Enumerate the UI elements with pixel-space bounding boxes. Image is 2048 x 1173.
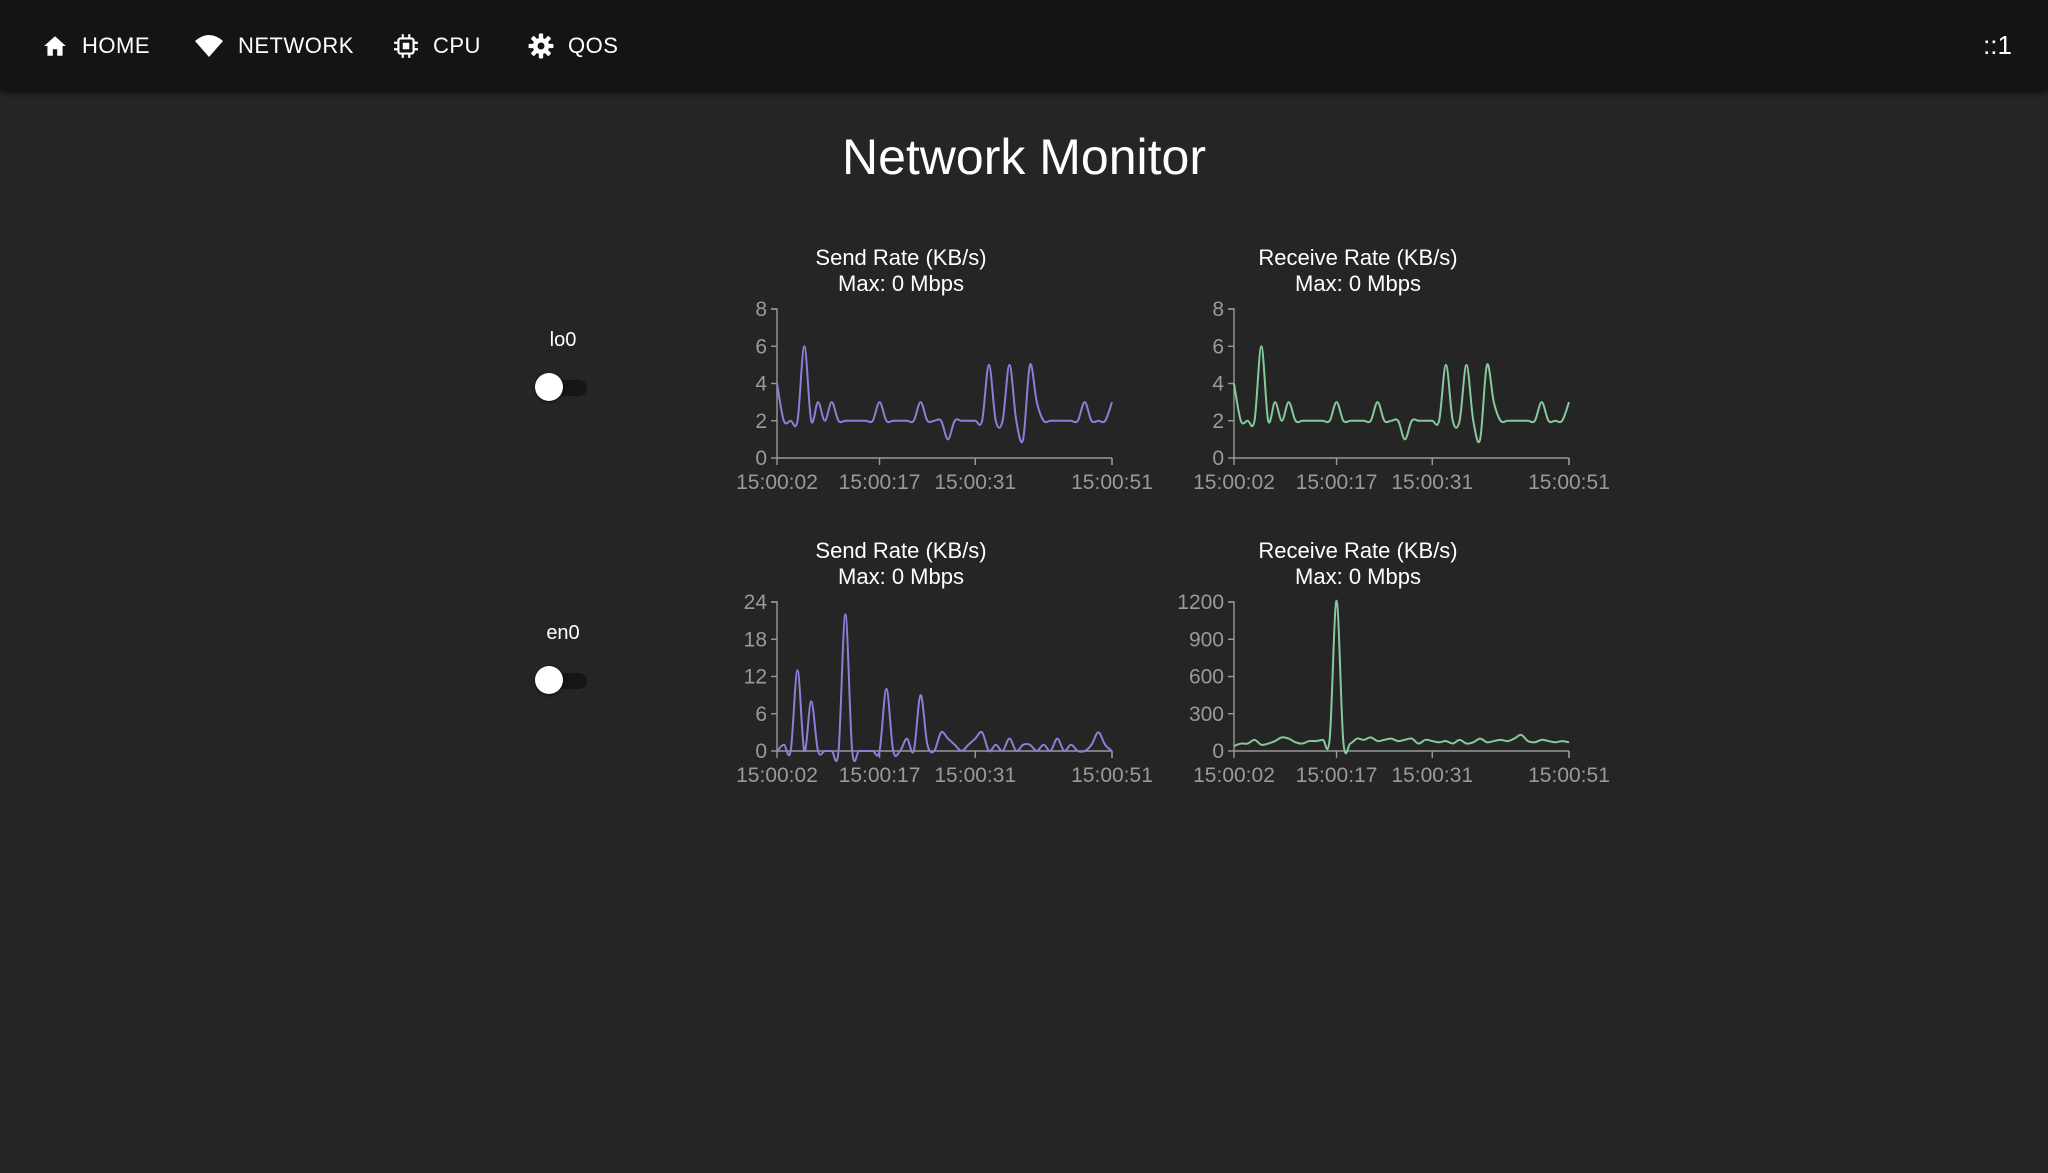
series-line (776, 345, 1113, 444)
cpu-chip-icon (393, 33, 419, 59)
chart-en0-receive: Receive Rate (KB/s) Max: 0 Mbps 0 300 600 9… (1148, 538, 1610, 808)
top-nav-bar: HOME NETWORK CPU QOS::1 (0, 0, 2048, 91)
toggle-knob (535, 666, 563, 694)
x-tick-label: 15:00:51 (1528, 471, 1610, 494)
y-tick-label: 600 (1189, 666, 1224, 689)
nav-qos[interactable]: QOS (528, 28, 618, 64)
y-tick-label: 4 (755, 373, 767, 396)
nav-home-label: HOME (82, 33, 150, 58)
axis-line (1228, 601, 1570, 758)
axis-line (1228, 308, 1570, 465)
nav-home[interactable]: HOME (42, 28, 150, 64)
x-tick-label: 15:00:31 (934, 764, 1016, 787)
page-title: Network Monitor (842, 129, 1206, 185)
series-line (1233, 599, 1570, 755)
y-tick-label: 900 (1189, 628, 1224, 651)
x-tick-label: 15:00:17 (1296, 471, 1378, 494)
toggle-lo0[interactable] (535, 373, 589, 401)
x-tick-label: 15:00:02 (736, 764, 818, 787)
interface-label-en0: en0 (546, 622, 580, 644)
x-tick-label: 15:00:02 (1193, 471, 1275, 494)
send-rate-plot: 0 6 12 18 24 15:00:02 15:00:17 15:00:31 15:00:51 (736, 591, 1153, 787)
y-tick-label: 6 (755, 703, 767, 726)
wifi-icon (194, 33, 224, 59)
x-tick-label: 15:00:31 (934, 471, 1016, 494)
x-tick-label: 15:00:51 (1528, 764, 1610, 787)
series-line (776, 613, 1113, 763)
toggle-en0[interactable] (535, 666, 589, 694)
chart-en0-send: Send Rate (KB/s) Max: 0 Mbps 0 6 12 18 24 15:… (691, 538, 1153, 808)
axis-line (771, 308, 1113, 465)
home-icon (42, 33, 68, 59)
x-tick-label: 15:00:17 (1296, 764, 1378, 787)
axis-line (771, 601, 1113, 758)
y-tick-label: 8 (755, 298, 767, 321)
chart-lo0-send: Send Rate (KB/s) Max: 0 Mbps 0 2 4 6 8 15:00:… (691, 245, 1153, 515)
x-tick-label: 15:00:51 (1071, 471, 1153, 494)
y-tick-label: 8 (1212, 298, 1224, 321)
series-line (1233, 345, 1570, 444)
receive-rate-plot: 0 2 4 6 8 15:00:02 15:00:17 15:00:31 15:00:51 (1193, 298, 1610, 494)
y-tick-label: 0 (755, 447, 767, 470)
y-tick-label: 4 (1212, 373, 1224, 396)
interface-label-lo0: lo0 (549, 329, 577, 351)
y-tick-label: 1200 (1177, 591, 1224, 614)
y-tick-label: 0 (1212, 447, 1224, 470)
y-tick-label: 6 (755, 335, 767, 358)
y-tick-label: 18 (744, 628, 767, 651)
y-tick-label: 2 (1212, 410, 1224, 433)
x-tick-label: 15:00:31 (1391, 471, 1473, 494)
x-tick-label: 15:00:31 (1391, 764, 1473, 787)
send-rate-plot: 0 2 4 6 8 15:00:02 15:00:17 15:00:31 15:00:51 (736, 298, 1153, 494)
x-tick-label: 15:00:51 (1071, 764, 1153, 787)
x-tick-label: 15:00:17 (839, 471, 921, 494)
y-tick-label: 6 (1212, 335, 1224, 358)
x-tick-label: 15:00:17 (839, 764, 921, 787)
y-tick-label: 0 (755, 740, 767, 763)
toggle-knob (535, 373, 563, 401)
nav-network-label: NETWORK (238, 33, 354, 58)
receive-rate-plot: 0 300 600 900 1200 15:00:02 15:00:17 15:00:31 15… (1177, 591, 1610, 787)
x-tick-label: 15:00:02 (736, 471, 818, 494)
gear-icon (528, 33, 554, 59)
nav-cpu[interactable]: CPU (393, 28, 481, 64)
y-tick-label: 12 (744, 666, 767, 689)
x-tick-label: 15:00:02 (1193, 764, 1275, 787)
y-tick-label: 24 (744, 591, 768, 614)
y-tick-label: 2 (755, 410, 767, 433)
nav-network[interactable]: NETWORK (194, 28, 354, 64)
nav-qos-label: QOS (568, 33, 619, 58)
host-address: ::1 (1983, 30, 2012, 60)
y-tick-label: 0 (1212, 740, 1224, 763)
nav-cpu-label: CPU (433, 33, 481, 58)
y-tick-label: 300 (1189, 703, 1224, 726)
chart-lo0-receive: Receive Rate (KB/s) Max: 0 Mbps 0 2 4 6 8 15:… (1148, 245, 1610, 515)
